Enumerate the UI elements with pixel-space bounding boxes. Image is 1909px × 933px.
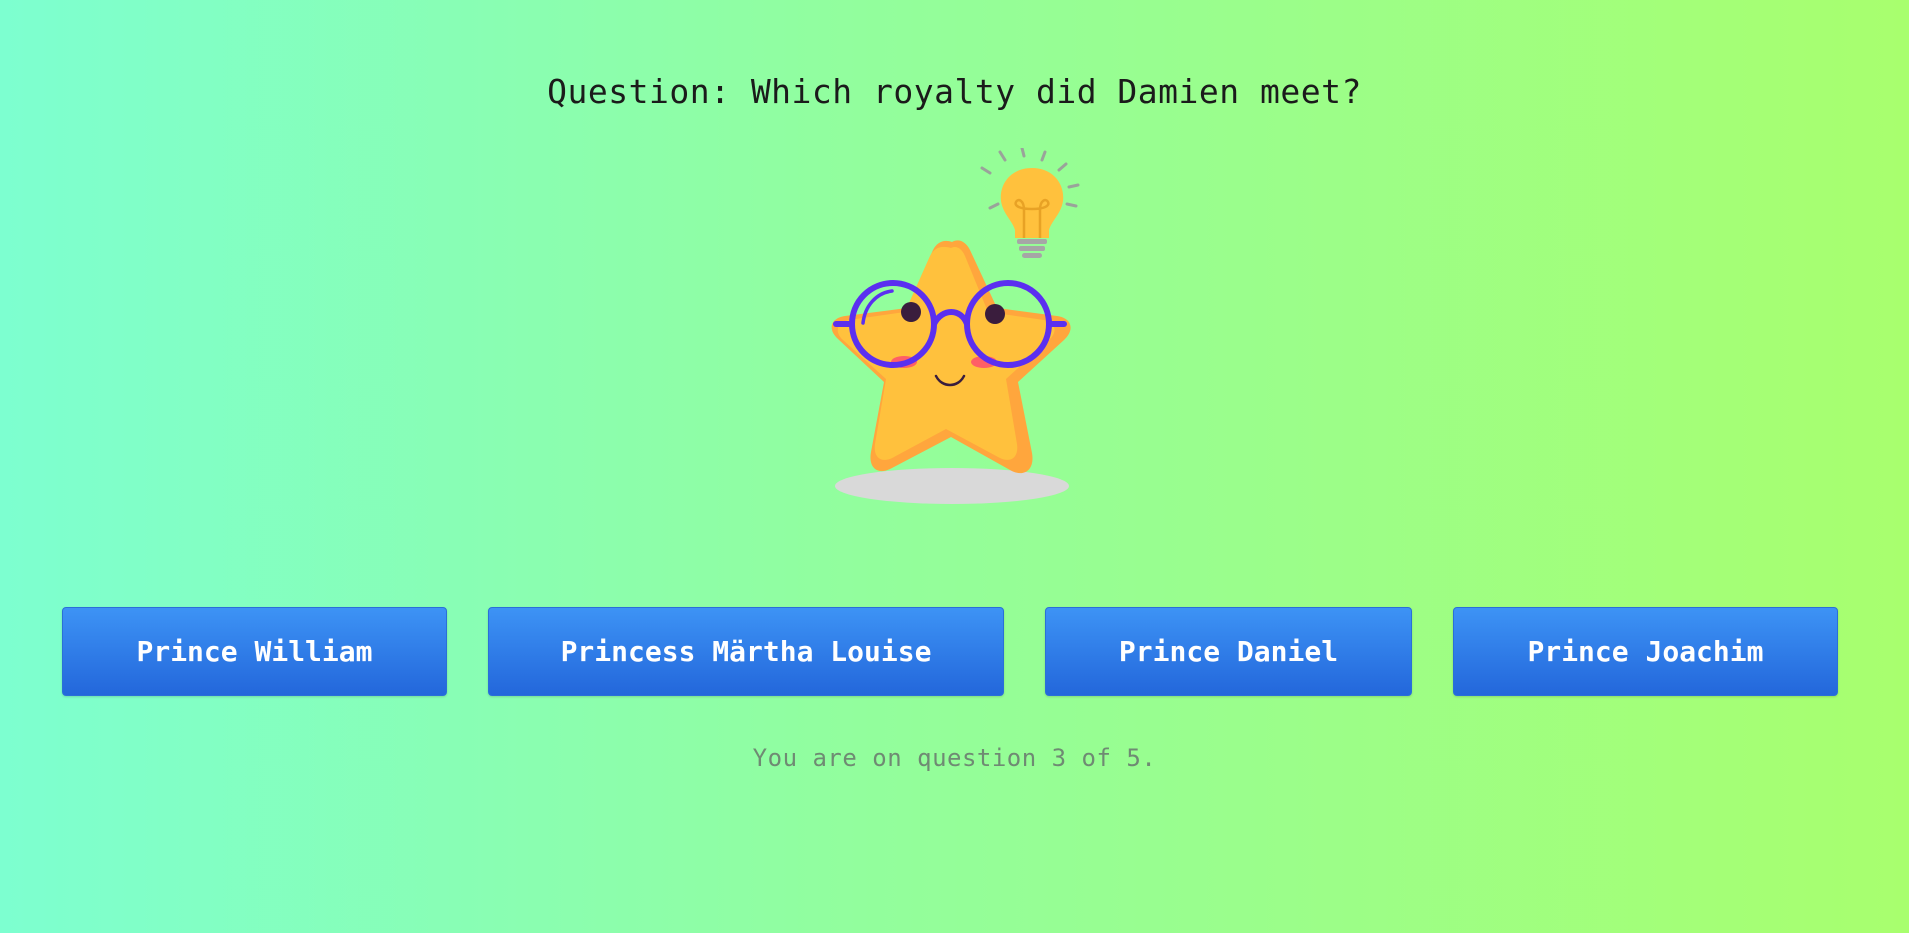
- thinking-star-mascot-icon: [831, 148, 1080, 504]
- answer-button-1[interactable]: Prince William: [62, 607, 447, 696]
- answer-button-2[interactable]: Princess Märtha Louise: [488, 607, 1004, 696]
- question-title: Question: Which royalty did Damien meet?: [547, 72, 1362, 111]
- mascot-shadow: [835, 468, 1069, 504]
- lightbulb-icon: [980, 148, 1080, 258]
- progress-text: You are on question 3 of 5.: [752, 744, 1157, 772]
- right-eye: [985, 304, 1005, 324]
- answer-button-3[interactable]: Prince Daniel: [1045, 607, 1412, 696]
- answer-button-4[interactable]: Prince Joachim: [1453, 607, 1838, 696]
- left-eye: [901, 302, 921, 322]
